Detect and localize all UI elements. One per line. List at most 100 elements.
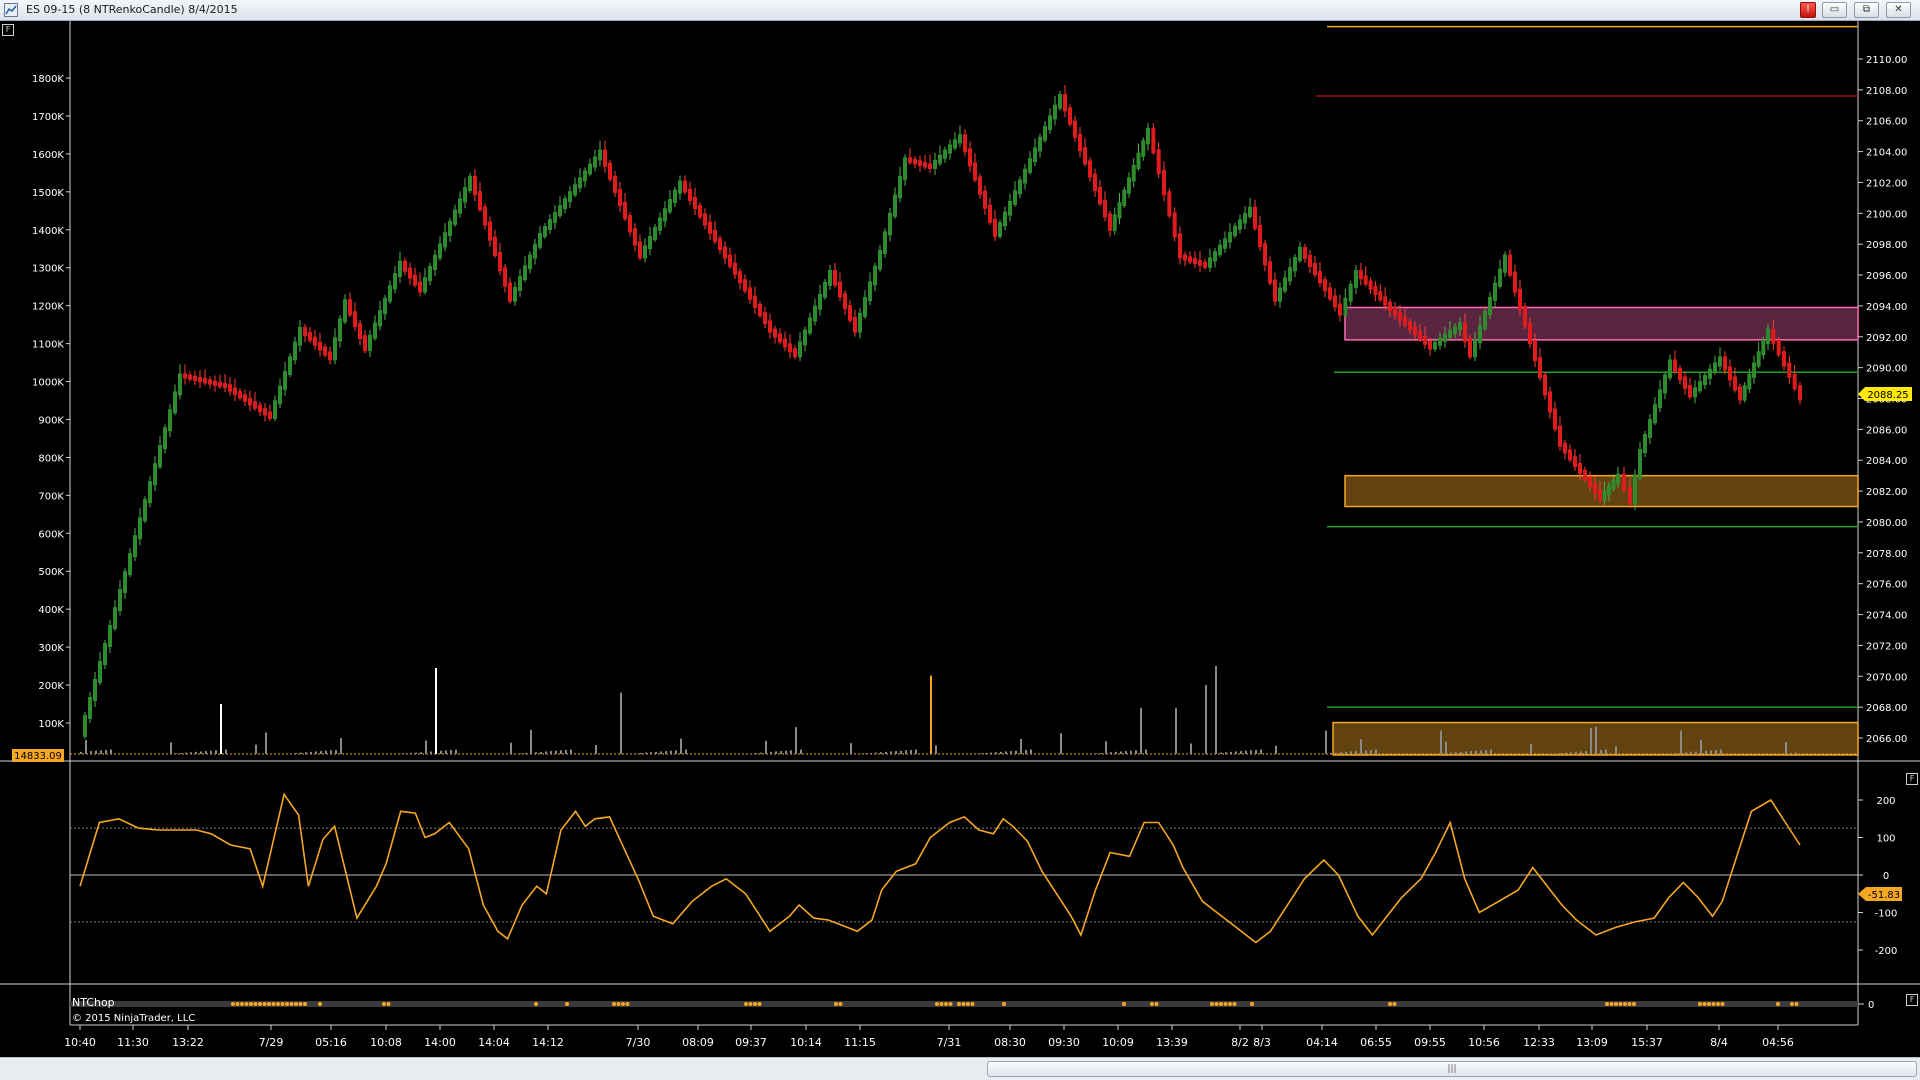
price-tick-label: 2092.00	[1866, 333, 1907, 344]
volume-bar	[865, 753, 867, 754]
restore-button[interactable]: ⧉	[1854, 2, 1879, 18]
volume-bar	[1235, 751, 1237, 754]
volume-bar	[1700, 739, 1702, 754]
horizontal-scrollbar[interactable]: |||	[0, 1057, 1920, 1080]
ntchop-dot	[935, 1002, 939, 1006]
down-candle	[1518, 288, 1522, 310]
down-candle	[973, 162, 977, 181]
minimize-button[interactable]: ▭	[1822, 2, 1847, 18]
up-candle	[98, 661, 102, 683]
up-candle	[583, 170, 587, 182]
volume-bar	[335, 749, 337, 754]
scrollbar-thumb[interactable]: |||	[987, 1061, 1917, 1077]
volume-bar	[665, 751, 667, 754]
up-candle	[1112, 214, 1117, 231]
up-candle	[1653, 404, 1657, 424]
volume-bar	[1215, 666, 1217, 754]
down-candle	[1083, 147, 1087, 165]
ntchop-dot	[289, 1002, 294, 1006]
down-candle	[1188, 256, 1192, 263]
close-button[interactable]: ✕	[1886, 2, 1911, 18]
price-tick-label: 2086.00	[1866, 425, 1907, 436]
volume-bar	[1720, 749, 1722, 754]
up-candle	[528, 254, 532, 270]
volume-bar	[325, 750, 327, 754]
up-candle	[148, 481, 152, 504]
up-candle	[1633, 474, 1637, 504]
down-candle	[1593, 483, 1597, 495]
up-candle	[1438, 337, 1442, 346]
down-candle	[778, 333, 782, 343]
down-candle	[1193, 258, 1197, 265]
up-candle	[1611, 479, 1616, 490]
up-candle	[668, 198, 672, 213]
volume-bar	[340, 738, 342, 754]
down-candle	[628, 215, 632, 233]
volume-bar	[555, 750, 557, 754]
chart-area[interactable]: 2110.00 2108.00 2106.00 2104.00 2102.00 2100.…	[0, 21, 1920, 1057]
volume-bar	[1325, 730, 1327, 754]
down-candle	[713, 229, 717, 243]
up-candle	[113, 607, 117, 630]
ntchop-dot	[244, 1002, 249, 1006]
ntchop-dot	[1702, 1002, 1707, 1006]
down-candle	[793, 348, 797, 358]
down-candle	[693, 196, 697, 210]
indicator-line	[79, 792, 1801, 944]
volume-bar	[1135, 750, 1137, 754]
up-candle	[1038, 136, 1042, 152]
up-candle	[368, 334, 372, 352]
ntchop-dot	[1776, 1002, 1780, 1006]
volume-bar	[1030, 749, 1032, 754]
up-candle	[678, 180, 682, 194]
down-candle	[613, 175, 617, 193]
ntchop-dot	[1794, 1002, 1799, 1006]
volume-bar	[1120, 751, 1122, 754]
up-candle	[1693, 387, 1697, 398]
up-candle	[1473, 339, 1477, 358]
up-candle	[338, 318, 342, 342]
down-candle	[1156, 149, 1161, 175]
ntchop-dot	[621, 1002, 625, 1006]
volume-bar	[1230, 751, 1232, 754]
volume-bar	[440, 750, 442, 754]
volume-axis: 1800K 1700K 1600K 1500K 1400K 1300K 1200K 1100K…	[32, 74, 70, 730]
up-candle	[453, 209, 457, 225]
panel-settings-button-indicator[interactable]: F	[1906, 773, 1918, 785]
up-candle	[933, 159, 937, 170]
down-candle	[233, 387, 237, 396]
down-candle	[473, 175, 477, 196]
volume-bar	[105, 749, 107, 754]
down-candle	[1273, 279, 1277, 302]
price-tick-label: 2098.00	[1866, 240, 1907, 251]
volume-bar	[890, 751, 892, 754]
time-tick-label: 05:16	[315, 1036, 347, 1049]
alert-button[interactable]: !	[1800, 2, 1816, 18]
panel-settings-button-price[interactable]: F	[2, 24, 14, 36]
up-candle	[553, 212, 557, 224]
up-candle	[1058, 94, 1062, 109]
up-candle	[1453, 326, 1457, 335]
volume-bar	[1710, 750, 1712, 754]
ntchop-dot	[744, 1002, 748, 1006]
down-candle	[928, 163, 932, 170]
chart-canvas[interactable]: 2110.00 2108.00 2106.00 2104.00 2102.00 2100.…	[0, 21, 1920, 1057]
down-candle	[1622, 473, 1626, 491]
ntchop-dot	[838, 1002, 843, 1006]
indicator-value-label: -51.83	[1868, 890, 1900, 901]
current-volume-marker: 14833.09	[12, 749, 64, 762]
up-candle	[1023, 168, 1027, 184]
down-candle	[1198, 260, 1202, 266]
ntchop-dot	[1002, 1002, 1006, 1006]
panel-settings-button-ntchop[interactable]: F	[1906, 994, 1918, 1006]
ninjatrader-app-icon[interactable]	[4, 3, 18, 17]
up-candle	[133, 535, 137, 558]
down-candle	[1383, 296, 1388, 306]
volume-bar	[905, 750, 907, 754]
up-candle	[1747, 373, 1752, 390]
price-tick-label: 2110.00	[1866, 55, 1907, 66]
time-tick-label: 13:22	[172, 1036, 204, 1049]
down-candle	[203, 378, 207, 384]
volume-bar	[565, 749, 567, 754]
down-candle	[508, 282, 512, 302]
